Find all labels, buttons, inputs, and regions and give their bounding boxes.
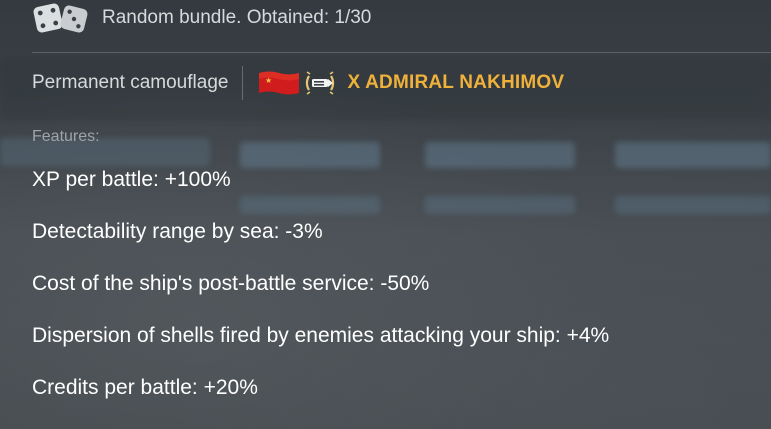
camouflage-row: Permanent camouflage ★ X ADMIRAL NAKHIMO… <box>32 64 564 102</box>
bundle-info-panel: Random bundle. Obtained: 1/30 Permanent … <box>0 0 771 429</box>
features-heading: Features: <box>32 128 100 145</box>
feature-item-credits: Credits per battle: +20% <box>32 376 258 399</box>
ussr-flag-icon: ★ <box>257 69 301 97</box>
feature-item-service-cost: Cost of the ship's post-battle service: … <box>32 272 430 295</box>
feature-item-detectability: Detectability range by sea: -3% <box>32 220 323 243</box>
bundle-header: Random bundle. Obtained: 1/30 <box>32 0 371 36</box>
svg-text:★: ★ <box>265 76 272 85</box>
destroyer-class-icon <box>303 66 337 100</box>
features-list: XP per battle: +100% Detectability range… <box>32 165 609 425</box>
camouflage-type-label: Permanent camouflage <box>32 72 229 93</box>
dice-icon <box>32 1 90 35</box>
feature-item-xp: XP per battle: +100% <box>32 168 231 191</box>
camouflage-separator <box>242 66 244 100</box>
feature-item-dispersion: Dispersion of shells fired by enemies at… <box>32 324 610 347</box>
bundle-obtained-text: Random bundle. Obtained: 1/30 <box>102 7 372 28</box>
header-divider <box>32 52 771 53</box>
ship-name[interactable]: X ADMIRAL NAKHIMOV <box>347 72 564 94</box>
